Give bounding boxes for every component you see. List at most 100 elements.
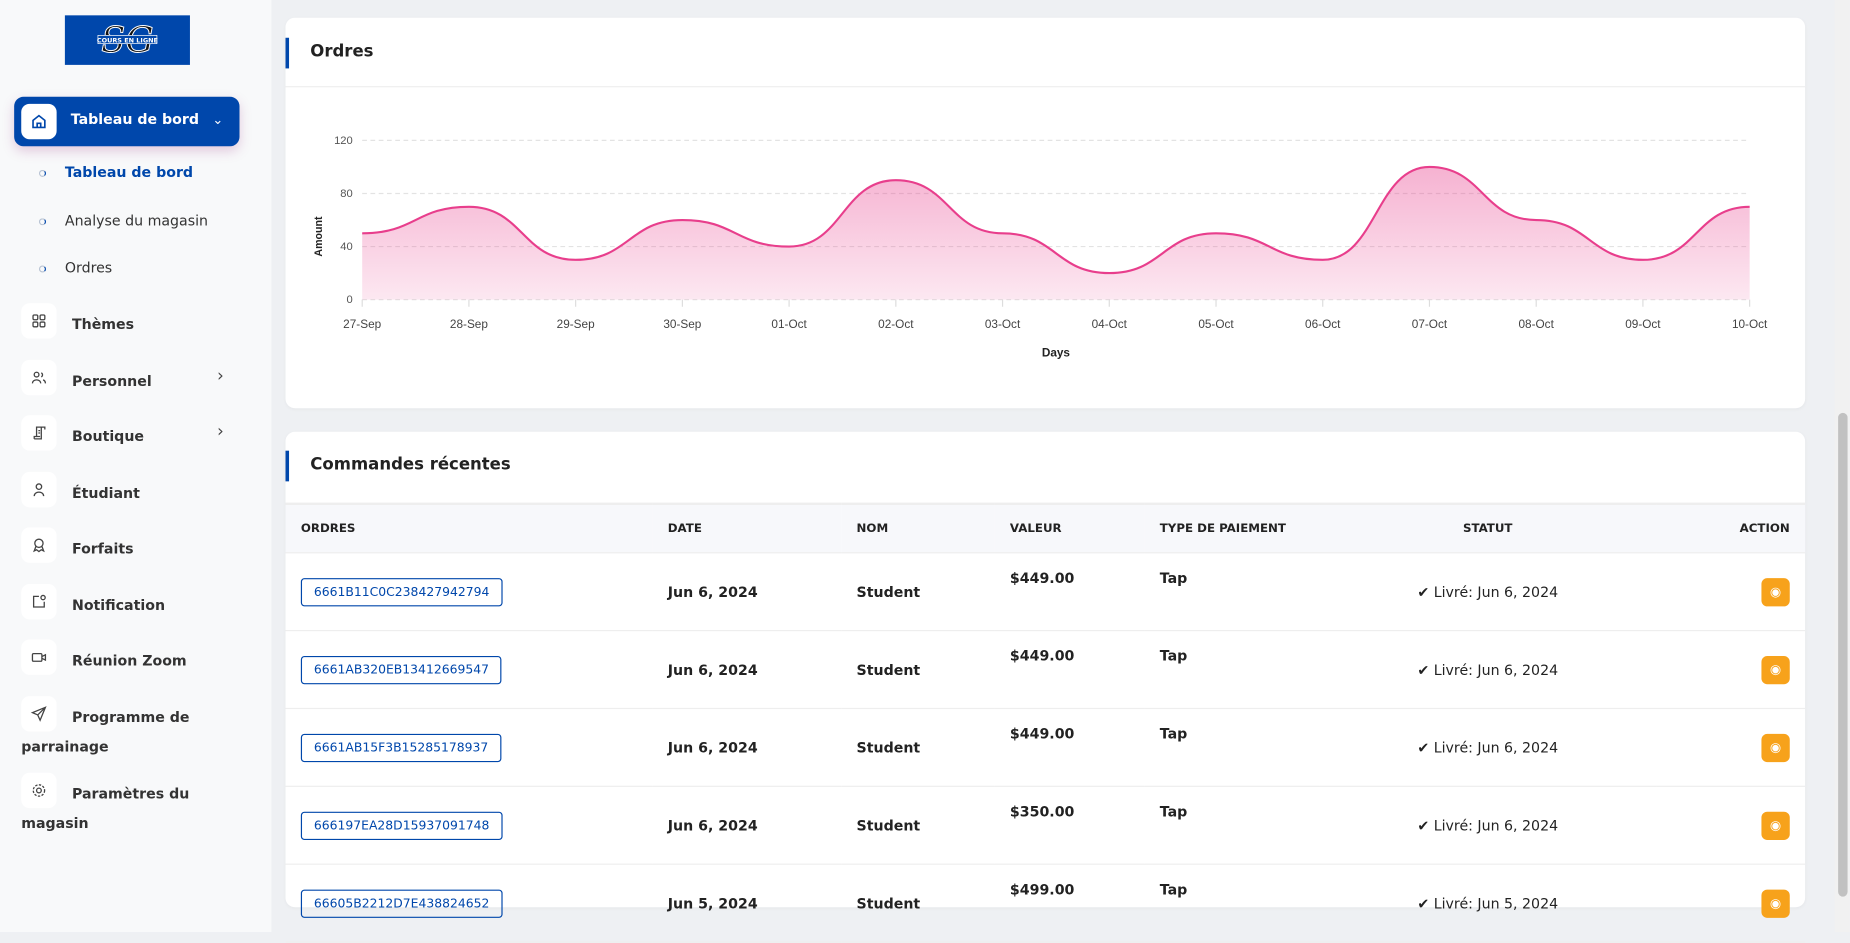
payment-type: Tap <box>1144 630 1320 710</box>
col-ordres: ORDRES <box>285 502 653 554</box>
y-tick-label: 120 <box>334 135 353 147</box>
order-status: Livré: Jun 6, 2024 <box>1433 817 1559 834</box>
eye-icon: ◉ <box>1769 739 1782 755</box>
recent-orders-card: Commandes récentes ORDRES DATE NOM VALEU… <box>285 431 1806 943</box>
y-axis-label: Amount <box>313 216 325 257</box>
x-tick-label: 05-Oct <box>1198 318 1234 331</box>
view-order-button[interactable]: ◉ <box>1761 811 1790 840</box>
col-nom: NOM <box>841 502 995 554</box>
col-date: DATE <box>652 502 842 554</box>
sidebar-item-label: Thèmes <box>71 316 135 333</box>
sidebar-item-label: Programme de parrainage <box>21 709 190 756</box>
x-tick-label: 04-Oct <box>1092 318 1128 331</box>
chevron-right-icon[interactable]: › <box>217 367 224 386</box>
order-name: Student <box>841 864 995 943</box>
col-action: ACTION <box>1656 502 1806 554</box>
double-check-icon: ✔ <box>1417 817 1430 834</box>
view-order-button[interactable]: ◉ <box>1761 733 1790 762</box>
view-order-button[interactable]: ◉ <box>1761 888 1790 918</box>
eye-icon: ◉ <box>1769 894 1782 911</box>
x-tick-label: 03-Oct <box>985 318 1021 331</box>
order-date: Jun 6, 2024 <box>652 708 842 787</box>
submenu-ordres[interactable]: Ordres <box>65 260 112 277</box>
scrollbar-thumb[interactable] <box>1838 412 1848 897</box>
table-row: 66605B2212D7E438824652 Jun 5, 2024 Stude… <box>285 864 1806 943</box>
eye-icon: ◉ <box>1769 817 1782 833</box>
x-tick-label: 10-Oct <box>1732 318 1768 331</box>
x-tick-label: 08-Oct <box>1519 318 1555 331</box>
bullet-icon <box>38 169 47 177</box>
x-tick-label: 28-Sep <box>450 318 488 331</box>
order-date: Jun 6, 2024 <box>652 552 842 632</box>
users-icon <box>21 359 57 396</box>
y-tick-label: 80 <box>340 188 352 200</box>
order-id-link[interactable]: 66605B2212D7E438824652 <box>300 888 503 918</box>
x-tick-label: 27-Sep <box>343 318 381 331</box>
order-name: Student <box>841 786 995 865</box>
x-tick-label: 02-Oct <box>878 318 914 331</box>
orders-chart: 0 40 80 120 27-Sep 28-Sep 29-Sep 30-Sep 01-Oct 02… <box>313 135 1768 359</box>
table-row: 6661AB320EB13412669547 Jun 6, 2024 Stude… <box>285 630 1806 710</box>
view-order-button[interactable]: ◉ <box>1761 577 1790 606</box>
sidebar-item-tableau-de-bord[interactable]: Tableau de bord ⌄ <box>14 96 240 147</box>
eye-icon: ◉ <box>1769 583 1782 599</box>
payment-type: Tap <box>1144 552 1320 632</box>
svg-text:COURS EN LIGNE: COURS EN LIGNE <box>97 36 158 44</box>
sidebar-item-label: Tableau de bord <box>70 110 199 128</box>
order-date: Jun 5, 2024 <box>652 864 842 943</box>
logo[interactable]: SGCOURS EN LIGNE <box>64 15 190 65</box>
double-check-icon: ✔ <box>1417 583 1430 600</box>
x-tick-label: 09-Oct <box>1625 318 1661 331</box>
bullet-icon <box>38 218 47 226</box>
chevron-right-icon[interactable]: › <box>217 422 224 441</box>
card-accent <box>285 450 290 482</box>
x-tick-label: 06-Oct <box>1305 318 1341 331</box>
col-statut: STATUT <box>1319 502 1657 554</box>
notification-icon <box>21 584 57 620</box>
order-id-link[interactable]: 666197EA28D15937091748 <box>300 811 503 840</box>
double-check-icon: ✔ <box>1417 739 1430 756</box>
double-check-icon: ✔ <box>1417 894 1430 912</box>
recent-orders-table: ORDRES DATE NOM VALEUR TYPE DE PAIEMENT … <box>285 502 1806 943</box>
scrollbar[interactable] <box>1834 0 1850 933</box>
area-fill <box>362 166 1750 300</box>
y-tick-label: 0 <box>347 294 353 306</box>
order-status: Livré: Jun 5, 2024 <box>1433 894 1559 912</box>
order-status: Livré: Jun 6, 2024 <box>1433 661 1559 678</box>
submenu-analyse-du-magasin[interactable]: Analyse du magasin <box>65 212 208 229</box>
order-name: Student <box>841 708 995 787</box>
submenu-tableau-de-bord[interactable]: Tableau de bord <box>65 164 193 181</box>
order-name: Student <box>841 630 995 710</box>
order-id-link[interactable]: 6661AB320EB13412669547 <box>300 655 502 684</box>
order-value: $499.00 <box>994 864 1145 943</box>
chevron-down-icon[interactable]: ⌄ <box>212 112 223 127</box>
orders-chart-card: Ordres 0 40 80 120 27-Sep 28-Sep 29-Sep 30-Sep 0… <box>285 17 1806 409</box>
x-tick-label: 07-Oct <box>1412 318 1448 331</box>
order-date: Jun 6, 2024 <box>652 786 842 865</box>
order-id-link[interactable]: 6661AB15F3B15285178937 <box>300 733 502 762</box>
order-status: Livré: Jun 6, 2024 <box>1433 583 1559 600</box>
home-icon <box>21 103 57 140</box>
sidebar-item-label: Paramètres du magasin <box>21 785 190 832</box>
user-icon <box>21 471 57 508</box>
view-order-button[interactable]: ◉ <box>1761 655 1790 684</box>
video-icon <box>21 639 57 675</box>
col-type-paiement: TYPE DE PAIEMENT <box>1144 502 1320 554</box>
x-tick-label: 01-Oct <box>771 318 807 331</box>
order-id-link[interactable]: 6661B11C0C238427942794 <box>300 577 503 606</box>
card-title: Commandes récentes <box>310 455 511 475</box>
payment-type: Tap <box>1144 864 1320 943</box>
x-axis-label: Days <box>1042 346 1071 359</box>
order-status: Livré: Jun 6, 2024 <box>1433 739 1559 756</box>
sidebar-item-label: Réunion Zoom <box>71 652 187 669</box>
sidebar: SGCOURS EN LIGNE Tableau de bord ⌄ Table… <box>0 0 272 933</box>
double-check-icon: ✔ <box>1417 661 1430 678</box>
table-row: 6661AB15F3B15285178937 Jun 6, 2024 Stude… <box>285 708 1806 787</box>
sidebar-item-label: Étudiant <box>71 484 140 502</box>
order-date: Jun 6, 2024 <box>652 630 842 710</box>
bullet-icon <box>38 265 47 273</box>
order-value: $449.00 <box>994 708 1145 787</box>
grid-icon <box>21 303 57 339</box>
sidebar-item-label: Personnel <box>71 372 152 390</box>
x-tick-label: 30-Sep <box>663 318 701 331</box>
